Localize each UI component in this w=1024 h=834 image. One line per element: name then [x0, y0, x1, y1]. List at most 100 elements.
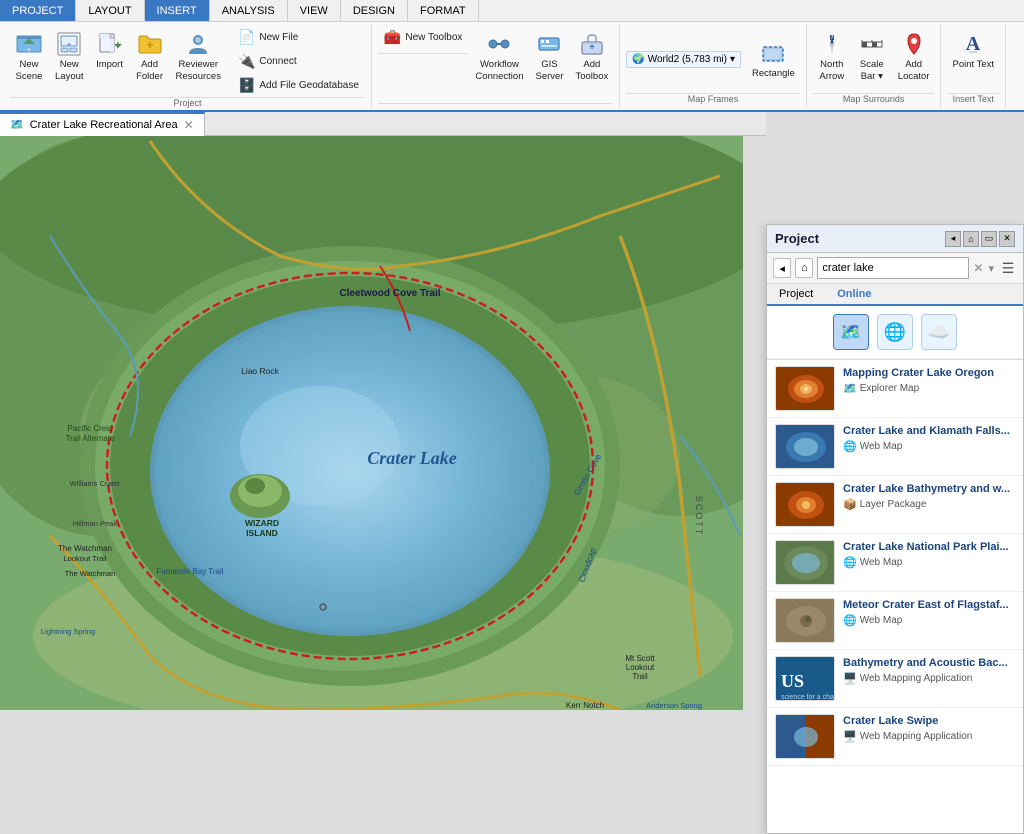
- result-item[interactable]: Crater Lake National Park Plai... 🌐 Web …: [767, 534, 1023, 592]
- project-group-label: Project: [10, 97, 365, 110]
- result-1-title: Mapping Crater Lake Oregon: [843, 366, 1015, 380]
- globe-icon: 🌍: [632, 54, 644, 65]
- project-search-input[interactable]: [817, 257, 969, 279]
- workflow-group: 🧰 New Toolbox WorkflowConnection: [372, 24, 620, 108]
- point-text-icon: A: [959, 30, 987, 58]
- reviewer-resources-label: ReviewerResources: [176, 59, 221, 84]
- result-item[interactable]: Meteor Crater East of Flagstaf... 🌐 Web …: [767, 592, 1023, 650]
- result-1-type: 🗺️ Explorer Map: [843, 382, 1015, 395]
- tab-view[interactable]: VIEW: [288, 0, 341, 21]
- world2-label: World2 (5,783 mi): [648, 54, 727, 65]
- add-toolbox-button[interactable]: + AddToolbox: [570, 26, 613, 88]
- import-button[interactable]: Import: [91, 26, 129, 75]
- reviewer-resources-button[interactable]: ReviewerResources: [171, 26, 226, 88]
- project-group: + NewScene + NewLayout: [4, 24, 372, 108]
- result-item[interactable]: Crater Lake Bathymetry and w... 📦 Layer …: [767, 476, 1023, 534]
- svg-text:Trail Alternate: Trail Alternate: [65, 434, 115, 443]
- tab-layout[interactable]: LAYOUT: [76, 0, 144, 21]
- gis-server-label: GISServer: [535, 59, 563, 84]
- map-tab-title: Crater Lake Recreational Area: [30, 119, 178, 131]
- project-panel-title: Project: [775, 231, 819, 246]
- connect-button[interactable]: 🔌 Connect: [232, 50, 365, 73]
- result-1-type-label: Explorer Map: [860, 383, 919, 394]
- panel-back-button[interactable]: ◂: [945, 231, 961, 247]
- map-container[interactable]: Crater Lake Cleetwood Cove Trail WIZARD …: [0, 136, 743, 710]
- panel-nav-back-button[interactable]: ◂: [773, 258, 791, 278]
- result-2-type: 🌐 Web Map: [843, 440, 1015, 453]
- world2-dropdown[interactable]: 🌍 World2 (5,783 mi) ▾: [626, 51, 741, 68]
- add-locator-button[interactable]: AddLocator: [893, 26, 935, 88]
- new-toolbox-button[interactable]: 🧰 New Toolbox: [378, 26, 469, 49]
- cloud-category-button[interactable]: ☁️: [921, 314, 957, 350]
- north-arrow-button[interactable]: N NorthArrow: [813, 26, 851, 88]
- panel-nav: ◂ ⌂ ✕ ▾ ☰: [767, 253, 1023, 284]
- svg-text:Pacific Crest: Pacific Crest: [68, 424, 114, 433]
- new-layout-icon: +: [55, 30, 83, 58]
- category-icons: 🗺️ 🌐 ☁️: [767, 306, 1023, 359]
- new-layout-button[interactable]: + NewLayout: [50, 26, 89, 88]
- result-4-title: Crater Lake National Park Plai...: [843, 540, 1015, 554]
- tab-analysis[interactable]: ANALYSIS: [210, 0, 288, 21]
- tab-design[interactable]: DESIGN: [341, 0, 408, 21]
- rectangle-button[interactable]: Rectangle: [747, 35, 800, 84]
- svg-text:Anderson Spring: Anderson Spring: [646, 701, 702, 710]
- tab-format[interactable]: FORMAT: [408, 0, 479, 21]
- new-file-button[interactable]: 📄 New File: [232, 26, 365, 49]
- add-folder-icon: +: [136, 30, 164, 58]
- result-item[interactable]: Mapping Crater Lake Oregon 🗺️ Explorer M…: [767, 360, 1023, 418]
- svg-text:+: +: [27, 48, 31, 54]
- add-folder-button[interactable]: + AddFolder: [131, 26, 169, 88]
- layers-category-button[interactable]: 🌐: [877, 314, 913, 350]
- add-toolbox-label: AddToolbox: [575, 59, 608, 84]
- result-5-type-icon: 🌐: [843, 614, 857, 627]
- result-2-thumbnail: [775, 424, 835, 469]
- result-1-thumbnail: [775, 366, 835, 411]
- result-6-type: 🖥️ Web Mapping Application: [843, 672, 1015, 685]
- panel-restore-button[interactable]: ▭: [981, 231, 997, 247]
- workflow-connection-button[interactable]: WorkflowConnection: [470, 26, 528, 88]
- panel-tabs: Project Online: [767, 284, 1023, 306]
- svg-text:Lookout: Lookout: [626, 663, 655, 672]
- result-3-type-label: Layer Package: [860, 499, 927, 510]
- new-file-label: New File: [259, 32, 298, 43]
- result-3-type: 📦 Layer Package: [843, 498, 1015, 511]
- new-file-icon: 📄: [238, 29, 255, 46]
- result-item[interactable]: US science for a cha... Bathymetry and A…: [767, 650, 1023, 708]
- panel-nav-home-button[interactable]: ⌂: [795, 258, 813, 278]
- map-section: 🗺️ Crater Lake Recreational Area ✕: [0, 112, 766, 710]
- scale-bar-button[interactable]: ScaleBar ▾: [853, 26, 891, 88]
- result-item[interactable]: Crater Lake and Klamath Falls... 🌐 Web M…: [767, 418, 1023, 476]
- result-1-info: Mapping Crater Lake Oregon 🗺️ Explorer M…: [843, 366, 1015, 395]
- maps-category-button[interactable]: 🗺️: [833, 314, 869, 350]
- svg-text:+: +: [146, 38, 153, 52]
- map-tab-close-button[interactable]: ✕: [184, 118, 194, 132]
- svg-text:Crater Lake: Crater Lake: [367, 448, 457, 468]
- tab-insert[interactable]: INSERT: [145, 0, 210, 21]
- ribbon-tabs: PROJECT LAYOUT INSERT ANALYSIS VIEW DESI…: [0, 0, 1024, 22]
- result-4-type: 🌐 Web Map: [843, 556, 1015, 569]
- gis-server-button[interactable]: GISServer: [530, 26, 568, 88]
- svg-text:The Watchman: The Watchman: [58, 544, 112, 553]
- result-5-title: Meteor Crater East of Flagstaf...: [843, 598, 1015, 612]
- result-6-title: Bathymetry and Acoustic Bac...: [843, 656, 1015, 670]
- world2-chevron-icon: ▾: [730, 54, 735, 65]
- svg-text:Lookout Trail: Lookout Trail: [64, 554, 107, 563]
- result-6-type-label: Web Mapping Application: [860, 673, 973, 684]
- panel-home-button[interactable]: ⌂: [963, 231, 979, 247]
- result-5-type: 🌐 Web Map: [843, 614, 1015, 627]
- point-text-button[interactable]: A Point Text: [947, 26, 999, 75]
- tab-project[interactable]: Project: [767, 284, 825, 306]
- result-item[interactable]: Crater Lake Swipe 🖥️ Web Mapping Applica…: [767, 708, 1023, 766]
- svg-text:science for a cha...: science for a cha...: [781, 694, 835, 701]
- panel-menu-button[interactable]: ☰: [999, 258, 1017, 278]
- map-tab[interactable]: 🗺️ Crater Lake Recreational Area ✕: [0, 112, 205, 136]
- tab-online[interactable]: Online: [825, 284, 883, 306]
- search-clear-button[interactable]: ✕: [973, 261, 983, 275]
- panel-close-button[interactable]: ✕: [999, 231, 1015, 247]
- add-file-geodatabase-button[interactable]: 🗄️ Add File Geodatabase: [232, 74, 365, 97]
- svg-text:Liao Rock: Liao Rock: [241, 366, 280, 376]
- svg-text:Fumarole Bay Trail: Fumarole Bay Trail: [156, 567, 223, 576]
- new-scene-button[interactable]: + NewScene: [10, 26, 48, 88]
- connect-label: Connect: [259, 56, 296, 67]
- tab-project[interactable]: PROJECT: [0, 0, 76, 21]
